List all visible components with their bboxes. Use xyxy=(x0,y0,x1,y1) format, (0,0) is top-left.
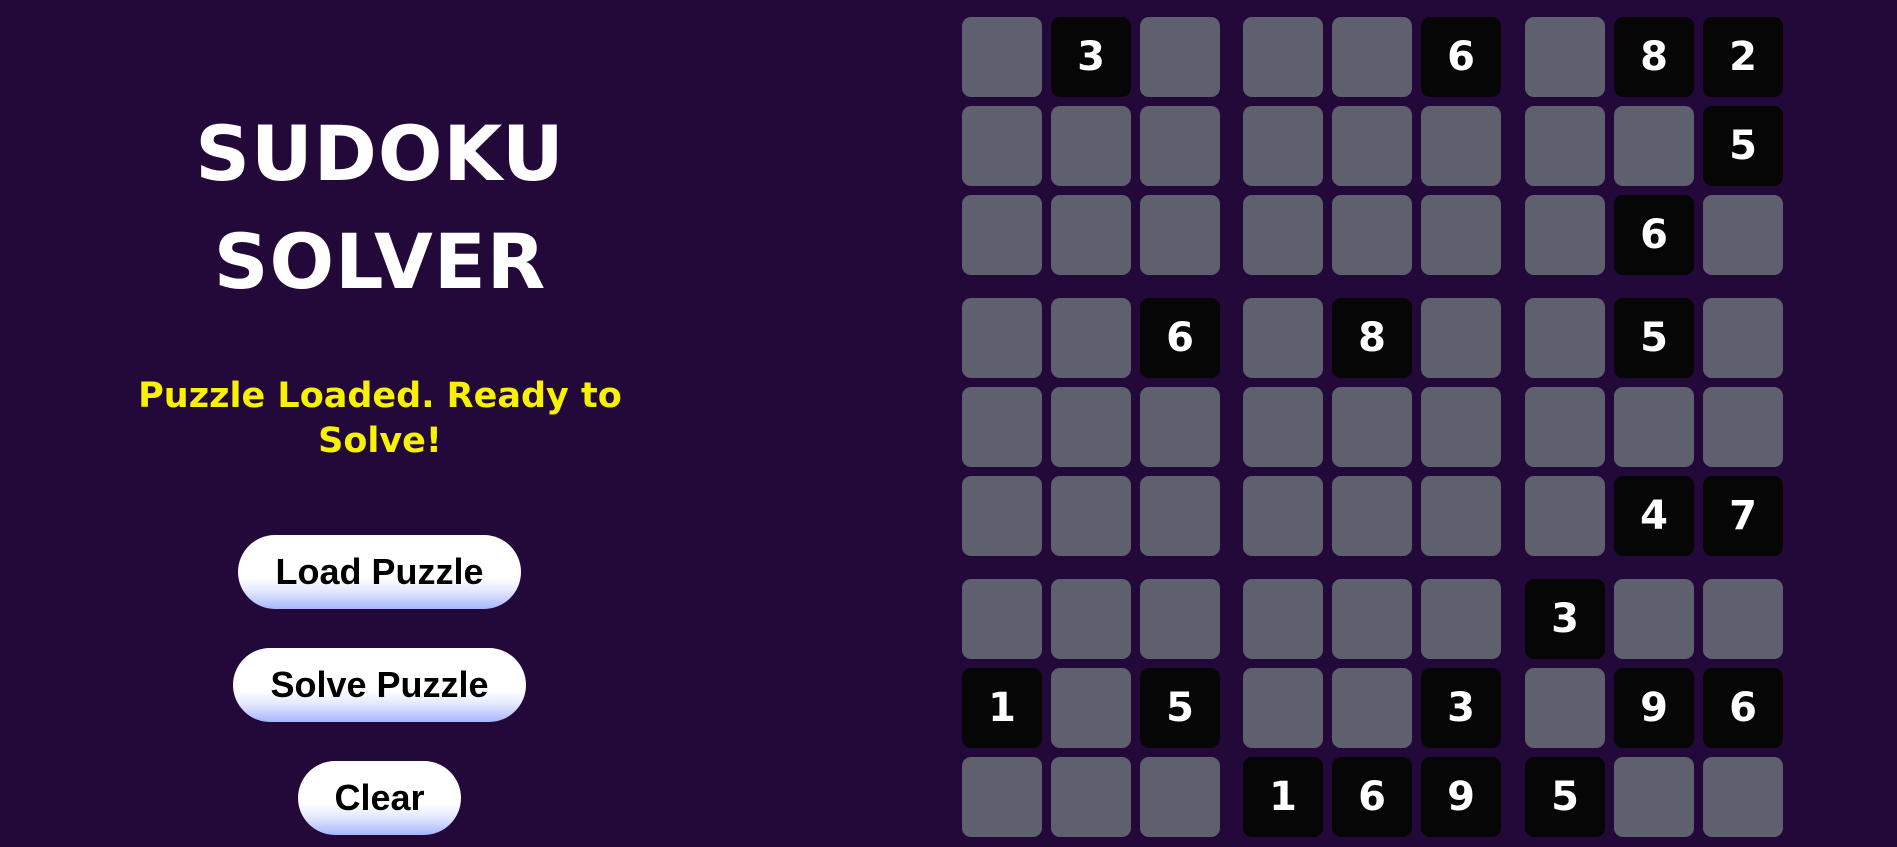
sudoku-cell-empty[interactable] xyxy=(1525,476,1605,556)
sudoku-cell-given[interactable]: 9 xyxy=(1421,757,1501,837)
sudoku-cell-empty[interactable] xyxy=(1051,668,1131,748)
sudoku-cell-empty[interactable] xyxy=(962,106,1042,186)
sudoku-solver-app: SUDOKU SOLVER Puzzle Loaded. Ready to So… xyxy=(0,0,1897,847)
sudoku-cell-empty[interactable] xyxy=(1051,476,1131,556)
sudoku-cell-given[interactable]: 7 xyxy=(1703,476,1783,556)
sudoku-cell-empty[interactable] xyxy=(1051,106,1131,186)
sudoku-cell-empty[interactable] xyxy=(962,17,1042,97)
sudoku-cell-given[interactable]: 6 xyxy=(1140,298,1220,378)
sudoku-cell-empty[interactable] xyxy=(1243,387,1323,467)
sudoku-cell-empty[interactable] xyxy=(1332,17,1412,97)
sudoku-cell-empty[interactable] xyxy=(1332,668,1412,748)
sudoku-cell-empty[interactable] xyxy=(1525,195,1605,275)
sudoku-cell-empty[interactable] xyxy=(1243,476,1323,556)
sudoku-cell-empty[interactable] xyxy=(1525,387,1605,467)
sudoku-cell-empty[interactable] xyxy=(1703,298,1783,378)
sudoku-cell-given[interactable]: 1 xyxy=(1243,757,1323,837)
sudoku-cell-empty[interactable] xyxy=(1140,17,1220,97)
sudoku-cell-empty[interactable] xyxy=(1421,298,1501,378)
sudoku-cell-empty[interactable] xyxy=(1421,387,1501,467)
sudoku-cell-empty[interactable] xyxy=(1421,195,1501,275)
sudoku-cell-given[interactable]: 3 xyxy=(1051,17,1131,97)
sudoku-cell-given[interactable]: 6 xyxy=(1614,195,1694,275)
sudoku-cell-empty[interactable] xyxy=(1703,387,1783,467)
sudoku-cell-given[interactable]: 5 xyxy=(1614,298,1694,378)
sudoku-cell-empty[interactable] xyxy=(1703,579,1783,659)
sudoku-cell-given[interactable]: 5 xyxy=(1140,668,1220,748)
sudoku-cell-empty[interactable] xyxy=(1614,579,1694,659)
sudoku-cell-empty[interactable] xyxy=(1051,298,1131,378)
sudoku-cell-empty[interactable] xyxy=(1614,757,1694,837)
sudoku-cell-given[interactable]: 3 xyxy=(1525,579,1605,659)
sudoku-cell-empty[interactable] xyxy=(1051,387,1131,467)
sudoku-cell-empty[interactable] xyxy=(1525,668,1605,748)
sudoku-cell-given[interactable]: 2 xyxy=(1703,17,1783,97)
sudoku-cell-empty[interactable] xyxy=(1525,17,1605,97)
sudoku-cell-empty[interactable] xyxy=(962,579,1042,659)
sudoku-cell-empty[interactable] xyxy=(1140,476,1220,556)
sudoku-cell-empty[interactable] xyxy=(1332,476,1412,556)
sudoku-cell-empty[interactable] xyxy=(1421,476,1501,556)
sudoku-cell-empty[interactable] xyxy=(1332,195,1412,275)
sudoku-cell-empty[interactable] xyxy=(1525,106,1605,186)
sudoku-cell-given[interactable]: 5 xyxy=(1703,106,1783,186)
sudoku-cell-empty[interactable] xyxy=(1525,298,1605,378)
sudoku-cell-empty[interactable] xyxy=(1051,757,1131,837)
sudoku-cell-empty[interactable] xyxy=(962,298,1042,378)
sudoku-cell-empty[interactable] xyxy=(1421,579,1501,659)
sudoku-cell-given[interactable]: 6 xyxy=(1703,668,1783,748)
sudoku-cell-empty[interactable] xyxy=(1243,195,1323,275)
sudoku-cell-empty[interactable] xyxy=(1243,668,1323,748)
sudoku-cell-given[interactable]: 6 xyxy=(1332,757,1412,837)
sudoku-cell-empty[interactable] xyxy=(1332,579,1412,659)
sudoku-cell-empty[interactable] xyxy=(1703,195,1783,275)
sudoku-cell-empty[interactable] xyxy=(1243,298,1323,378)
sudoku-cell-empty[interactable] xyxy=(1140,195,1220,275)
sudoku-cell-given[interactable]: 1 xyxy=(962,668,1042,748)
sudoku-cell-empty[interactable] xyxy=(1140,579,1220,659)
sudoku-cell-empty[interactable] xyxy=(962,757,1042,837)
sudoku-cell-empty[interactable] xyxy=(1243,579,1323,659)
sudoku-cell-empty[interactable] xyxy=(1332,106,1412,186)
sudoku-cell-empty[interactable] xyxy=(1243,17,1323,97)
sudoku-cell-empty[interactable] xyxy=(1614,106,1694,186)
sudoku-cell-given[interactable]: 6 xyxy=(1421,17,1501,97)
sudoku-cell-empty[interactable] xyxy=(1703,757,1783,837)
sudoku-cell-empty[interactable] xyxy=(962,476,1042,556)
sudoku-cell-empty[interactable] xyxy=(1243,106,1323,186)
sudoku-cell-empty[interactable] xyxy=(1140,106,1220,186)
sudoku-cell-empty[interactable] xyxy=(1051,195,1131,275)
sudoku-cell-given[interactable]: 5 xyxy=(1525,757,1605,837)
sudoku-cell-empty[interactable] xyxy=(1614,387,1694,467)
sudoku-cell-given[interactable]: 3 xyxy=(1421,668,1501,748)
sudoku-cell-empty[interactable] xyxy=(1332,387,1412,467)
sudoku-grid: 368256685473153961695 xyxy=(0,0,1897,847)
sudoku-cell-empty[interactable] xyxy=(962,387,1042,467)
sudoku-cell-given[interactable]: 4 xyxy=(1614,476,1694,556)
sudoku-cell-empty[interactable] xyxy=(1140,387,1220,467)
sudoku-cell-given[interactable]: 9 xyxy=(1614,668,1694,748)
sudoku-cell-empty[interactable] xyxy=(1051,579,1131,659)
sudoku-cell-empty[interactable] xyxy=(1140,757,1220,837)
sudoku-cell-given[interactable]: 8 xyxy=(1614,17,1694,97)
sudoku-cell-empty[interactable] xyxy=(962,195,1042,275)
sudoku-cell-given[interactable]: 8 xyxy=(1332,298,1412,378)
sudoku-cell-empty[interactable] xyxy=(1421,106,1501,186)
